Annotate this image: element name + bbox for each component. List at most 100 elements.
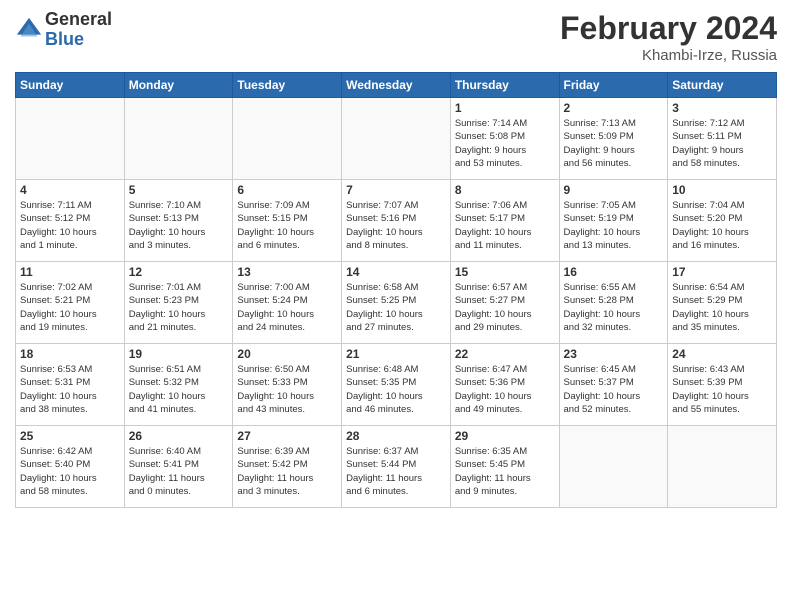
day-info: Sunrise: 6:54 AMSunset: 5:29 PMDaylight:… [672,281,772,334]
calendar-cell: 19 Sunrise: 6:51 AMSunset: 5:32 PMDayligh… [124,344,233,426]
day-info: Sunrise: 7:14 AMSunset: 5:08 PMDaylight:… [455,117,555,170]
day-info: Sunrise: 6:47 AMSunset: 5:36 PMDaylight:… [455,363,555,416]
calendar-cell: 9 Sunrise: 7:05 AMSunset: 5:19 PMDaylight… [559,180,668,262]
location-title: Khambi-Irze, Russia [560,47,777,64]
calendar-cell: 21 Sunrise: 6:48 AMSunset: 5:35 PMDayligh… [342,344,451,426]
day-info: Sunrise: 6:50 AMSunset: 5:33 PMDaylight:… [237,363,337,416]
calendar-cell: 22 Sunrise: 6:47 AMSunset: 5:36 PMDayligh… [450,344,559,426]
calendar-body: 1 Sunrise: 7:14 AMSunset: 5:08 PMDaylight… [16,98,777,508]
day-info: Sunrise: 7:06 AMSunset: 5:17 PMDaylight:… [455,199,555,252]
calendar-cell: 15 Sunrise: 6:57 AMSunset: 5:27 PMDayligh… [450,262,559,344]
week-row-2: 11Sunrise: 7:02 AMSunset: 5:21 PMDayligh… [16,262,777,344]
calendar-cell: 25Sunrise: 6:42 AMSunset: 5:40 PMDayligh… [16,426,125,508]
calendar-cell [16,98,125,180]
day-number: 26 [129,429,229,443]
day-info: Sunrise: 7:00 AMSunset: 5:24 PMDaylight:… [237,281,337,334]
week-row-4: 25Sunrise: 6:42 AMSunset: 5:40 PMDayligh… [16,426,777,508]
day-number: 7 [346,183,446,197]
day-info: Sunrise: 7:01 AMSunset: 5:23 PMDaylight:… [129,281,229,334]
day-number: 9 [564,183,664,197]
day-number: 24 [672,347,772,361]
day-info: Sunrise: 7:13 AMSunset: 5:09 PMDaylight:… [564,117,664,170]
col-tuesday: Tuesday [233,73,342,98]
calendar-cell: 29 Sunrise: 6:35 AMSunset: 5:45 PMDayligh… [450,426,559,508]
calendar-cell: 10 Sunrise: 7:04 AMSunset: 5:20 PMDayligh… [668,180,777,262]
col-thursday: Thursday [450,73,559,98]
calendar-cell: 3 Sunrise: 7:12 AMSunset: 5:11 PMDaylight… [668,98,777,180]
calendar-cell: 17 Sunrise: 6:54 AMSunset: 5:29 PMDayligh… [668,262,777,344]
day-info: Sunrise: 7:11 AMSunset: 5:12 PMDaylight:… [20,199,120,252]
day-number: 21 [346,347,446,361]
calendar-cell: 8 Sunrise: 7:06 AMSunset: 5:17 PMDaylight… [450,180,559,262]
day-info: Sunrise: 6:53 AMSunset: 5:31 PMDaylight:… [20,363,120,416]
header-row: Sunday Monday Tuesday Wednesday Thursday… [16,73,777,98]
day-number: 27 [237,429,337,443]
day-number: 16 [564,265,664,279]
day-info: Sunrise: 6:45 AMSunset: 5:37 PMDaylight:… [564,363,664,416]
day-number: 15 [455,265,555,279]
calendar-cell: 20 Sunrise: 6:50 AMSunset: 5:33 PMDayligh… [233,344,342,426]
week-row-0: 1 Sunrise: 7:14 AMSunset: 5:08 PMDaylight… [16,98,777,180]
calendar-cell: 13 Sunrise: 7:00 AMSunset: 5:24 PMDayligh… [233,262,342,344]
day-number: 19 [129,347,229,361]
day-number: 18 [20,347,120,361]
day-number: 25 [20,429,120,443]
calendar-cell [342,98,451,180]
week-row-1: 4 Sunrise: 7:11 AMSunset: 5:12 PMDaylight… [16,180,777,262]
calendar-cell: 27Sunrise: 6:39 AMSunset: 5:42 PMDayligh… [233,426,342,508]
col-sunday: Sunday [16,73,125,98]
day-number: 29 [455,429,555,443]
day-info: Sunrise: 7:12 AMSunset: 5:11 PMDaylight:… [672,117,772,170]
day-number: 12 [129,265,229,279]
col-wednesday: Wednesday [342,73,451,98]
day-number: 28 [346,429,446,443]
week-row-3: 18 Sunrise: 6:53 AMSunset: 5:31 PMDayligh… [16,344,777,426]
day-info: Sunrise: 6:48 AMSunset: 5:35 PMDaylight:… [346,363,446,416]
calendar-cell [233,98,342,180]
logo: General Blue [15,10,112,50]
main-container: General Blue February 2024 Khambi-Irze, … [0,0,792,513]
header: General Blue February 2024 Khambi-Irze, … [15,10,777,64]
calendar-cell: 7 Sunrise: 7:07 AMSunset: 5:16 PMDaylight… [342,180,451,262]
calendar-table: Sunday Monday Tuesday Wednesday Thursday… [15,72,777,508]
calendar-cell [559,426,668,508]
day-number: 23 [564,347,664,361]
calendar-cell: 18 Sunrise: 6:53 AMSunset: 5:31 PMDayligh… [16,344,125,426]
day-number: 11 [20,265,120,279]
calendar-cell: 11Sunrise: 7:02 AMSunset: 5:21 PMDayligh… [16,262,125,344]
calendar-cell: 24Sunrise: 6:43 AMSunset: 5:39 PMDayligh… [668,344,777,426]
day-info: Sunrise: 6:58 AMSunset: 5:25 PMDaylight:… [346,281,446,334]
day-info: Sunrise: 7:05 AMSunset: 5:19 PMDaylight:… [564,199,664,252]
day-number: 3 [672,101,772,115]
calendar-cell: 14Sunrise: 6:58 AMSunset: 5:25 PMDayligh… [342,262,451,344]
day-info: Sunrise: 7:10 AMSunset: 5:13 PMDaylight:… [129,199,229,252]
day-info: Sunrise: 7:09 AMSunset: 5:15 PMDaylight:… [237,199,337,252]
day-info: Sunrise: 6:35 AMSunset: 5:45 PMDaylight:… [455,445,555,498]
day-number: 20 [237,347,337,361]
calendar-cell: 6 Sunrise: 7:09 AMSunset: 5:15 PMDaylight… [233,180,342,262]
calendar-cell: 26 Sunrise: 6:40 AMSunset: 5:41 PMDayligh… [124,426,233,508]
day-info: Sunrise: 6:51 AMSunset: 5:32 PMDaylight:… [129,363,229,416]
day-info: Sunrise: 6:37 AMSunset: 5:44 PMDaylight:… [346,445,446,498]
day-info: Sunrise: 7:07 AMSunset: 5:16 PMDaylight:… [346,199,446,252]
day-number: 17 [672,265,772,279]
day-number: 4 [20,183,120,197]
day-number: 2 [564,101,664,115]
col-friday: Friday [559,73,668,98]
day-number: 22 [455,347,555,361]
month-title: February 2024 [560,10,777,47]
day-info: Sunrise: 6:40 AMSunset: 5:41 PMDaylight:… [129,445,229,498]
logo-blue: Blue [45,30,112,50]
day-number: 8 [455,183,555,197]
title-block: February 2024 Khambi-Irze, Russia [560,10,777,64]
day-info: Sunrise: 6:55 AMSunset: 5:28 PMDaylight:… [564,281,664,334]
calendar-cell: 4 Sunrise: 7:11 AMSunset: 5:12 PMDaylight… [16,180,125,262]
col-saturday: Saturday [668,73,777,98]
day-number: 6 [237,183,337,197]
day-number: 10 [672,183,772,197]
day-number: 13 [237,265,337,279]
day-info: Sunrise: 6:57 AMSunset: 5:27 PMDaylight:… [455,281,555,334]
day-info: Sunrise: 7:04 AMSunset: 5:20 PMDaylight:… [672,199,772,252]
calendar-cell: 28 Sunrise: 6:37 AMSunset: 5:44 PMDayligh… [342,426,451,508]
day-number: 1 [455,101,555,115]
